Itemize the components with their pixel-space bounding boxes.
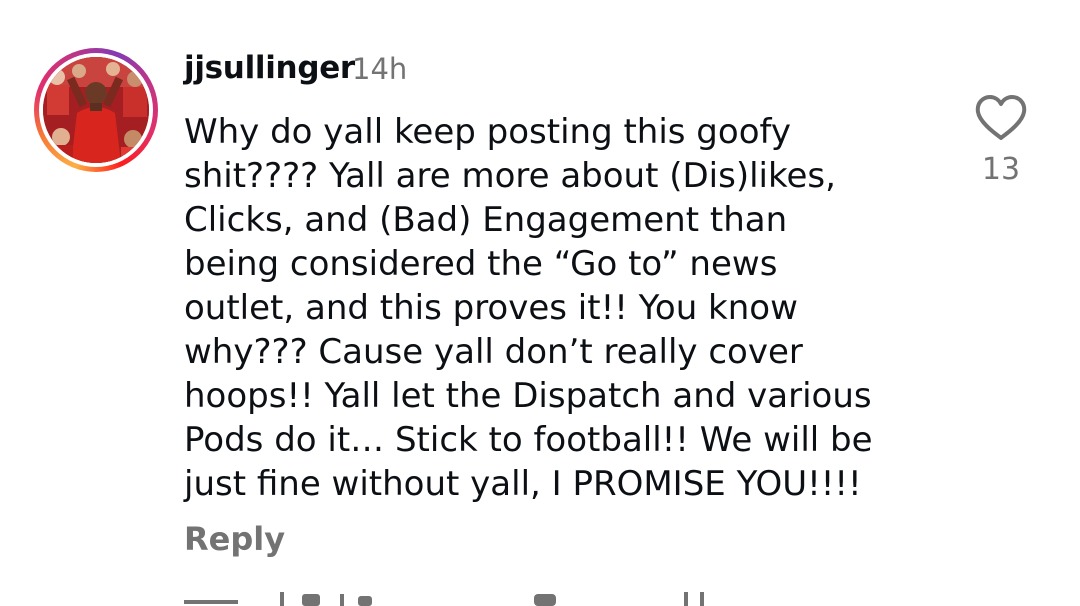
like-button[interactable]: [974, 94, 1028, 142]
avatar-photo: [43, 57, 149, 163]
comment-text-line: Clicks, and (Bad) Engagement than: [184, 200, 788, 240]
comment-text-line: hoops!! Yall let the Dispatch and variou…: [184, 376, 872, 416]
comment-text: Why do yall keep posting this goofy shit…: [184, 110, 944, 506]
cut-off-row: [184, 592, 704, 606]
story-ring[interactable]: [34, 48, 158, 172]
comment-text-line: why??? Cause yall don’t really cover: [184, 332, 803, 372]
comment-text-line: being considered the “Go to” news: [184, 244, 778, 284]
comment-text-line: just fine without yall, I PROMISE YOU!!!…: [184, 464, 862, 504]
comment-text-line: Pods do it… Stick to football!! We will …: [184, 420, 873, 460]
avatar[interactable]: [43, 57, 149, 163]
comment-username[interactable]: jjsullinger: [184, 50, 355, 86]
comment-text-line: outlet, and this proves it!! You know: [184, 288, 798, 328]
comment-text-line: shit???? Yall are more about (Dis)likes,: [184, 156, 836, 196]
reply-button[interactable]: Reply: [184, 520, 285, 558]
like-count: 13: [981, 152, 1021, 187]
comment-text-line: Why do yall keep posting this goofy: [184, 112, 791, 152]
comment-item: jjsullinger 14h Why do yall keep posting…: [0, 0, 1080, 606]
view-more-replies-cut: [184, 590, 744, 606]
heart-outline-icon: [975, 95, 1027, 140]
comment-timestamp: 14h: [352, 52, 408, 86]
